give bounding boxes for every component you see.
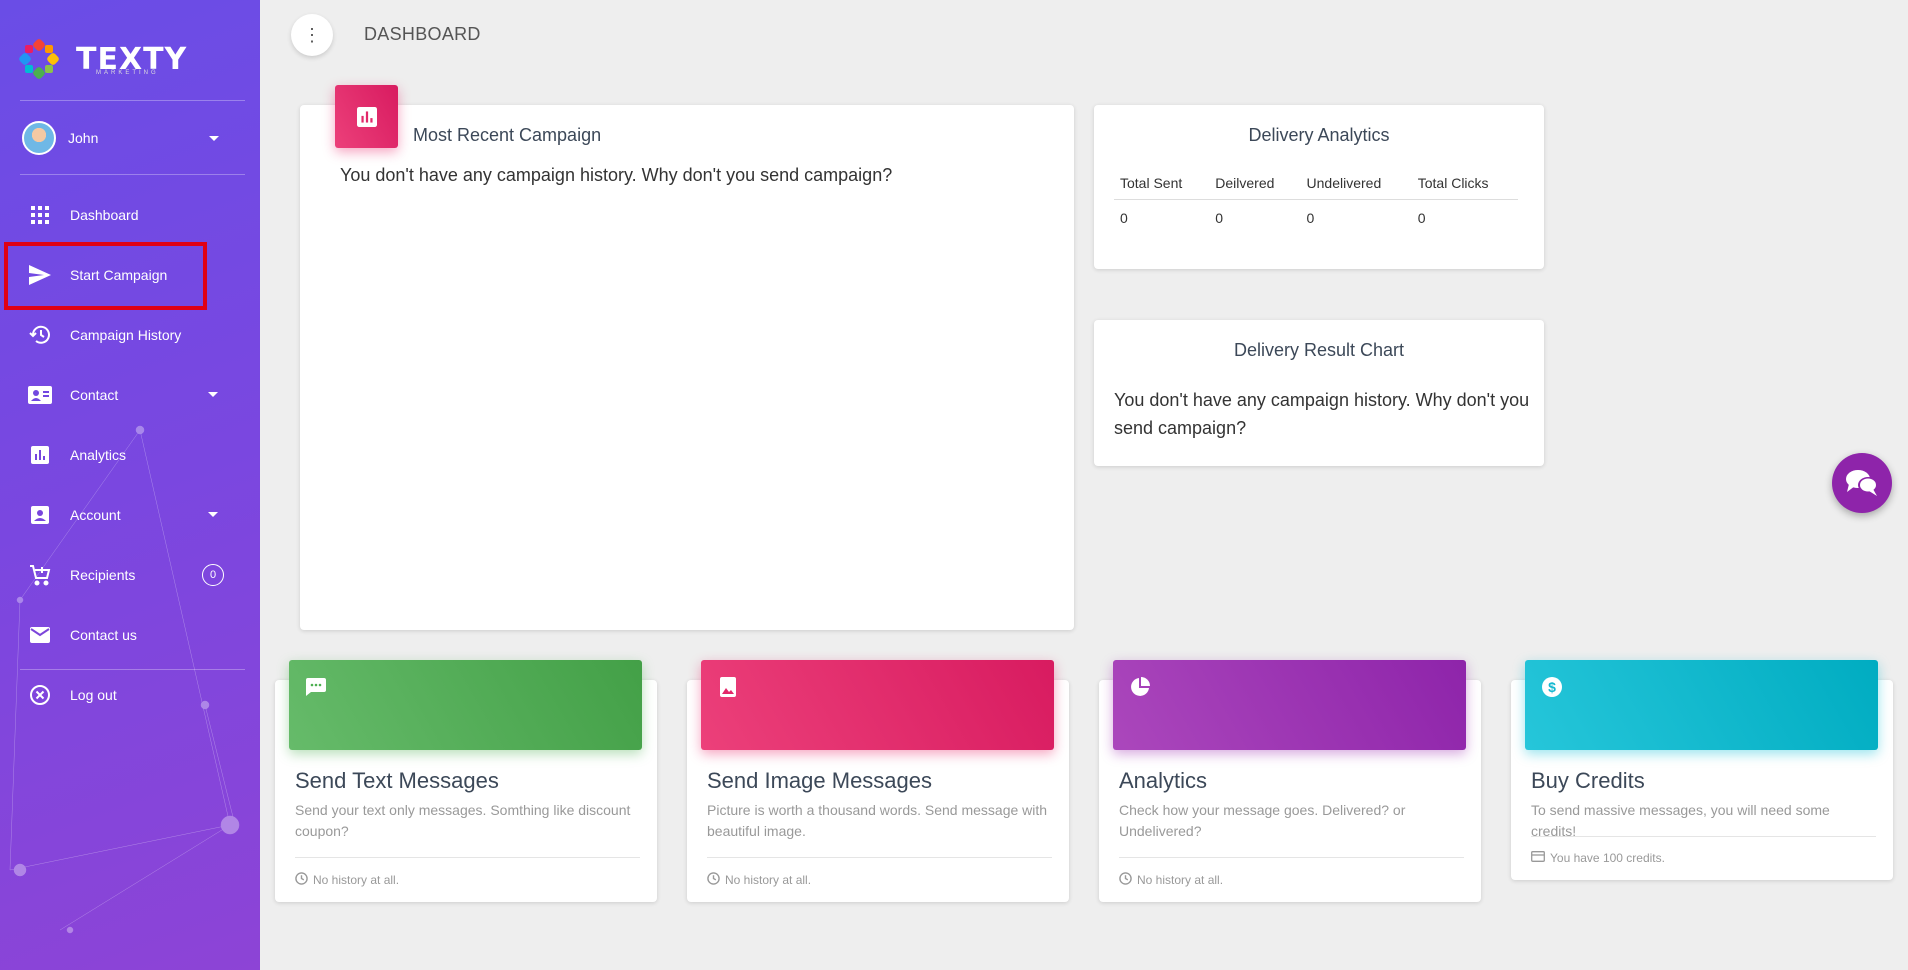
stat-card-header (289, 660, 642, 750)
stat-card-title: Send Text Messages (295, 768, 499, 793)
delivery-analytics-table: Total Sent Deilvered Undelivered Total C… (1114, 175, 1518, 232)
sidebar-item-campaign-history[interactable]: Campaign History (0, 310, 260, 360)
chat-support-button[interactable] (1832, 453, 1892, 513)
menu-toggle-button[interactable]: ⋮ (291, 14, 333, 56)
image-icon (717, 676, 739, 698)
stat-card-header: $ (1525, 660, 1878, 750)
empty-state-message: You don't have any campaign history. Why… (1114, 390, 1530, 438)
sidebar-item-analytics[interactable]: Analytics (0, 430, 260, 480)
column-header: Total Sent (1114, 175, 1210, 200)
clock-icon (707, 872, 720, 888)
stat-card-send-image[interactable]: Send Image Messages Picture is worth a t… (687, 660, 1069, 902)
sidebar-item-label: Campaign History (70, 327, 182, 343)
logout-icon (28, 683, 52, 707)
chat-icon (305, 676, 327, 698)
delivery-analytics-card: Delivery Analytics Total Sent Deilvered … (1094, 105, 1544, 269)
card-title: Delivery Result Chart (1233, 340, 1405, 360)
sidebar-divider (20, 174, 245, 175)
stat-card-footer: You have 100 credits. (1531, 836, 1876, 865)
stat-card-footer-text: You have 100 credits. (1550, 851, 1665, 865)
page-title: DASHBOARD (364, 24, 481, 44)
sidebar-item-label: Account (70, 507, 121, 523)
sidebar-item-account[interactable]: Account (0, 490, 260, 540)
table-cell: 0 (1120, 210, 1128, 226)
recent-campaign-card: Most Recent Campaign You don't have any … (300, 85, 1074, 630)
grid-icon (28, 203, 52, 227)
chevron-down-icon (208, 512, 218, 517)
table-cell: 0 (1215, 210, 1224, 226)
stat-card-description: Picture is worth a thousand words. Send … (707, 802, 1048, 839)
stat-card-title: Buy Credits (1531, 768, 1645, 793)
sidebar-item-label: Analytics (70, 447, 127, 463)
chevron-down-icon (208, 392, 218, 397)
dollar-icon: $ (1541, 676, 1563, 698)
account-icon (28, 503, 52, 527)
stat-card-title: Send Image Messages (707, 768, 933, 793)
clock-icon (295, 872, 308, 888)
sidebar-item-contact[interactable]: Contact (0, 370, 260, 420)
sidebar: TEXTY MARKETING John Dashboard Start Cam… (0, 0, 260, 970)
sidebar-item-log-out[interactable]: Log out (0, 670, 260, 720)
table-cell: 0 (1417, 210, 1426, 226)
cart-icon (28, 563, 52, 587)
pie-chart-icon (1129, 676, 1151, 698)
stat-card-buy-credits[interactable]: $ Buy Credits To send massive messages, … (1511, 660, 1893, 880)
table-row: 0 0 0 0 (1114, 200, 1518, 233)
stat-card-header (1113, 660, 1466, 750)
mail-icon (28, 623, 52, 647)
stat-card-title: Analytics (1119, 768, 1208, 793)
sidebar-item-label: Log out (70, 687, 117, 703)
contacts-icon (28, 383, 52, 407)
card-title: Delivery Analytics (1248, 125, 1390, 145)
stat-card-footer: No history at all. (1119, 857, 1464, 888)
delivery-result-chart-card: Delivery Result Chart You don't have any… (1094, 320, 1544, 466)
clock-icon (1119, 872, 1132, 888)
history-icon (28, 323, 52, 347)
user-caret-icon[interactable] (209, 136, 219, 141)
bar-chart-icon (356, 106, 377, 127)
stat-card-analytics[interactable]: Analytics Check how your message goes. D… (1099, 660, 1481, 902)
stat-card-footer: No history at all. (295, 857, 640, 888)
sidebar-item-label: Dashboard (70, 207, 139, 223)
recipients-count-badge: 0 (202, 564, 224, 586)
svg-text:$: $ (1548, 679, 1556, 695)
logo-icon (18, 38, 60, 80)
stat-card-footer-text: No history at all. (313, 873, 400, 887)
card-icon-box (335, 85, 398, 148)
empty-state-message: You don't have any campaign history. Why… (340, 165, 893, 185)
logo-subtitle: MARKETING (96, 70, 159, 76)
chat-bubbles-icon (1846, 470, 1878, 496)
bar-chart-icon (28, 443, 52, 467)
avatar (22, 121, 56, 155)
stat-card-description: Check how your message goes. Delivered? … (1119, 802, 1406, 839)
stat-card-footer: No history at all. (707, 857, 1052, 888)
user-name: John (68, 130, 99, 146)
sidebar-item-dashboard[interactable]: Dashboard (0, 190, 260, 240)
stat-card-header (701, 660, 1054, 750)
card-title: Most Recent Campaign (413, 125, 602, 145)
sidebar-item-contact-us[interactable]: Contact us (0, 610, 260, 660)
sidebar-divider (20, 100, 245, 101)
credit-card-icon (1531, 851, 1545, 865)
stat-card-send-text[interactable]: Send Text Messages Send your text only m… (275, 660, 657, 902)
sidebar-item-label: Contact (70, 387, 119, 403)
stat-card-footer-text: No history at all. (1137, 873, 1224, 887)
more-vertical-icon: ⋮ (303, 24, 321, 45)
column-header: Deilvered (1209, 175, 1301, 200)
stat-card-description: Send your text only messages. Somthing l… (295, 802, 631, 839)
sidebar-item-recipients[interactable]: Recipients 0 (0, 550, 260, 600)
column-header: Total Clicks (1411, 175, 1518, 200)
user-menu[interactable]: John (22, 120, 222, 156)
table-cell: 0 (1306, 210, 1315, 226)
column-header: Undelivered (1300, 175, 1412, 200)
stat-card-footer-text: No history at all. (725, 873, 812, 887)
start-campaign-highlight (4, 242, 207, 310)
sidebar-item-label: Contact us (70, 627, 137, 643)
sidebar-item-label: Recipients (70, 567, 136, 583)
